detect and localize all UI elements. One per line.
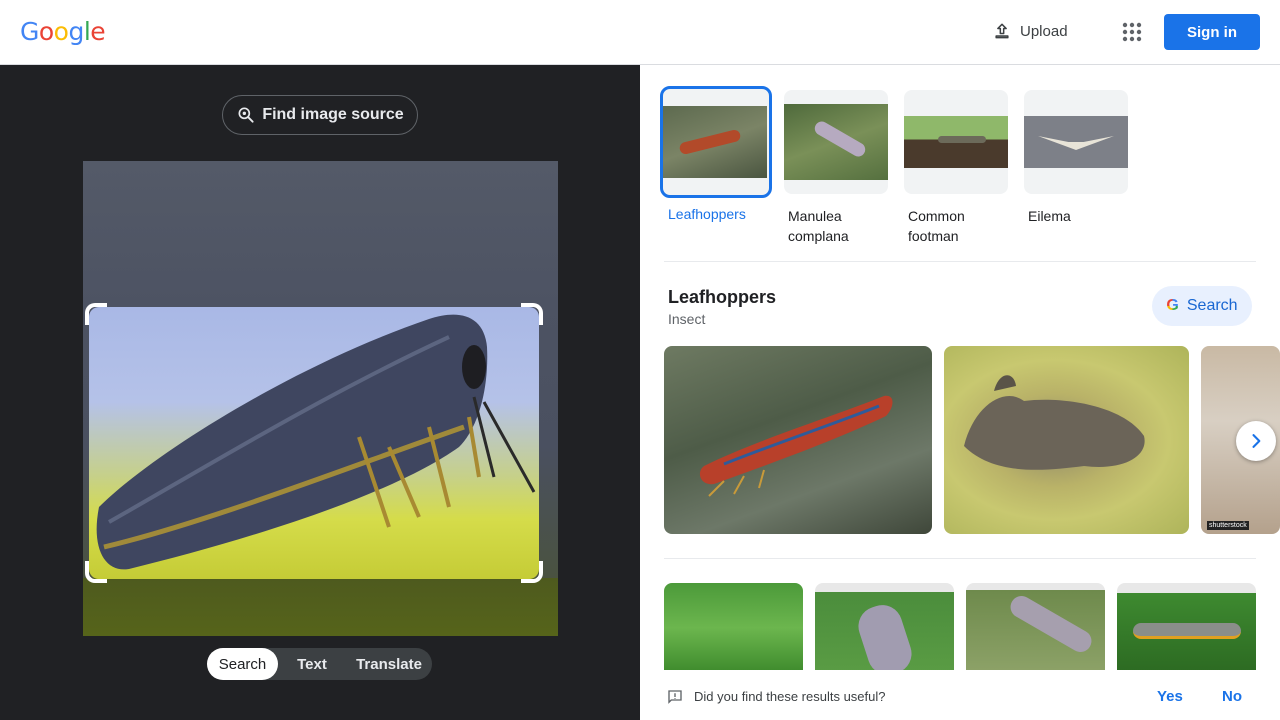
feedback-question: Did you find these results useful? xyxy=(694,689,886,704)
insect-shape xyxy=(1038,136,1114,150)
chip-thumbnail xyxy=(1024,90,1128,194)
entity-chips: Leafhoppers Manulea complana Common foot… xyxy=(660,86,1128,246)
image-dimmed-region xyxy=(83,578,558,636)
divider xyxy=(664,261,1256,262)
mode-translate-tab[interactable]: Translate xyxy=(346,648,432,680)
treehopper-photo xyxy=(964,375,1145,470)
lens-search-icon xyxy=(238,107,254,123)
top-bar: Google Upload Sign in xyxy=(0,0,1280,65)
chip-label: Common footman xyxy=(908,208,965,244)
footman-thumb-image xyxy=(904,116,1008,168)
chevron-right-icon xyxy=(1252,434,1261,448)
result-image[interactable] xyxy=(664,583,803,673)
insect-shape xyxy=(678,128,742,156)
chip-thumbnail xyxy=(784,90,888,194)
insect-photo xyxy=(96,314,536,570)
image-preview-panel: Find image source Search Text Translate xyxy=(0,65,640,720)
watermark-text: shutterstock xyxy=(1207,521,1249,530)
google-search-button[interactable]: G Search xyxy=(1152,286,1252,326)
chip-thumbnail xyxy=(660,86,772,198)
find-image-source-label: Find image source xyxy=(262,106,404,123)
mode-text-tab[interactable]: Text xyxy=(278,648,346,680)
results-panel: Leafhoppers Manulea complana Common foot… xyxy=(640,65,1280,720)
chip-label: Leafhoppers xyxy=(668,206,746,222)
crop-selection-region[interactable] xyxy=(89,307,539,579)
mode-search-tab[interactable]: Search xyxy=(207,648,278,680)
google-g-icon: G xyxy=(1166,297,1179,314)
crop-handle-top-right[interactable] xyxy=(521,303,543,325)
google-logo[interactable]: Google xyxy=(20,17,106,46)
apps-grid-icon[interactable] xyxy=(1120,20,1144,44)
mode-switcher: Search Text Translate xyxy=(207,648,432,680)
leafhopper-photo xyxy=(699,395,893,497)
insect-shape xyxy=(853,599,917,673)
upload-button[interactable]: Upload xyxy=(992,21,1068,41)
result-image[interactable] xyxy=(815,583,954,673)
chip-manulea-complana[interactable]: Manulea complana xyxy=(784,90,888,246)
upload-icon xyxy=(995,23,1009,39)
leafhopper-thumb-image xyxy=(663,106,767,178)
chip-label: Eilema xyxy=(1028,208,1071,224)
feedback-yes-button[interactable]: Yes xyxy=(1157,688,1183,705)
insect-shape xyxy=(938,136,986,143)
feedback-bar: Did you find these results useful? Yes N… xyxy=(640,670,1280,720)
chip-common-footman[interactable]: Common footman xyxy=(904,90,1008,246)
crop-handle-bottom-right[interactable] xyxy=(521,561,543,583)
google-search-label: Search xyxy=(1186,297,1238,314)
insect-shape xyxy=(1133,623,1241,639)
chip-thumbnail xyxy=(904,90,1008,194)
insect-shape xyxy=(1006,591,1096,657)
sign-in-button[interactable]: Sign in xyxy=(1164,14,1260,50)
next-results-button[interactable] xyxy=(1236,421,1276,461)
result-image[interactable] xyxy=(1117,583,1256,673)
feedback-icon xyxy=(668,690,682,704)
eilema-thumb-image xyxy=(1024,116,1128,168)
entity-title: Leafhoppers xyxy=(668,287,777,307)
chip-leafhoppers[interactable]: Leafhoppers xyxy=(660,86,772,246)
result-image[interactable] xyxy=(966,583,1105,673)
find-image-source-button[interactable]: Find image source xyxy=(222,95,418,135)
result-image[interactable] xyxy=(664,346,932,534)
insect-shape xyxy=(812,118,868,160)
result-image[interactable] xyxy=(944,346,1189,534)
upload-label: Upload xyxy=(1020,22,1068,40)
crop-handle-bottom-left[interactable] xyxy=(85,561,107,583)
manulea-thumb-image xyxy=(784,104,888,180)
entity-subtitle: Insect xyxy=(668,311,706,327)
feedback-no-button[interactable]: No xyxy=(1222,688,1242,705)
chip-label: Manulea complana xyxy=(788,208,849,244)
crop-handle-top-left[interactable] xyxy=(85,303,107,325)
chip-eilema[interactable]: Eilema xyxy=(1024,90,1128,246)
divider xyxy=(664,558,1256,559)
